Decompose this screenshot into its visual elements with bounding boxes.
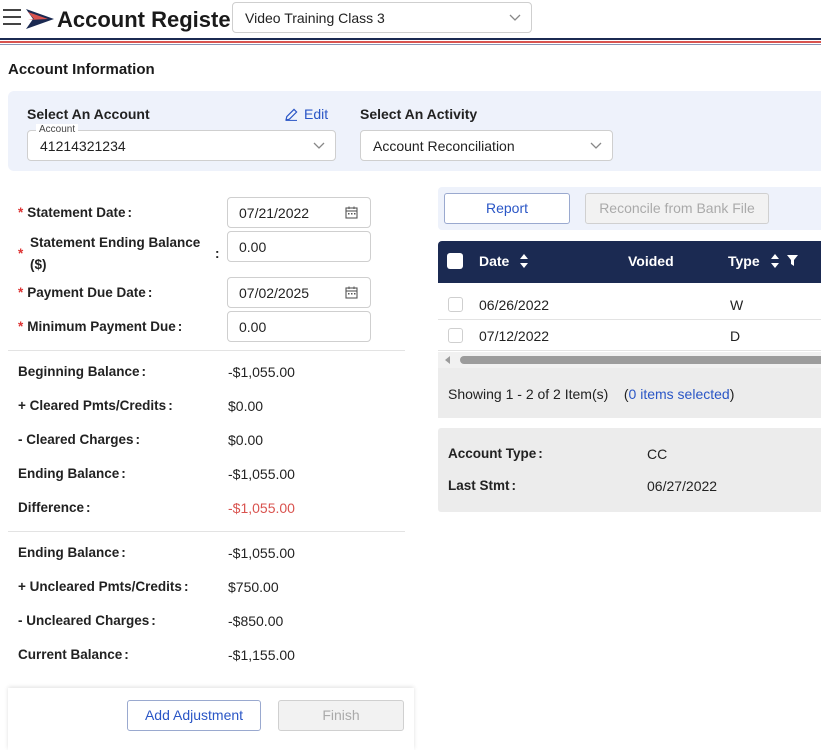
sort-icon[interactable] <box>770 254 780 268</box>
current-balance-label: Current Balance: <box>18 647 129 662</box>
account-float-label: Account <box>36 124 79 135</box>
account-select[interactable]: Account 41214321234 <box>27 124 336 161</box>
logo-icon <box>26 9 54 29</box>
row-date: 06/26/2022 <box>479 297 550 313</box>
ending-balance-label: Ending Balance: <box>18 466 126 481</box>
minimum-payment-due-value: 0.00 <box>239 319 267 335</box>
grid-toolbar: Report Reconcile from Bank File <box>438 187 821 230</box>
minimum-payment-due-label: * Minimum Payment Due: <box>18 319 183 334</box>
select-account-label: Select An Account <box>27 106 150 122</box>
chevron-down-icon <box>590 142 602 149</box>
grid-header: Date Voided Type <box>438 241 821 283</box>
divider <box>8 531 405 532</box>
beginning-balance-value: -$1,055.00 <box>228 364 295 380</box>
current-balance-value: -$1,155.00 <box>228 647 295 663</box>
row-type: D <box>730 328 741 344</box>
last-stmt-label: Last Stmt: <box>448 478 517 493</box>
chevron-down-icon <box>509 14 521 21</box>
calendar-icon[interactable] <box>345 286 358 299</box>
last-stmt-value: 06/27/2022 <box>647 478 718 494</box>
header-stripe-red <box>0 41 821 43</box>
required-marker: * <box>18 246 24 261</box>
select-all-checkbox[interactable] <box>447 253 463 269</box>
statement-date-label: * Statement Date: <box>18 205 133 220</box>
row-type: W <box>730 297 744 313</box>
uncleared-credits-value: $750.00 <box>228 579 279 595</box>
report-button[interactable]: Report <box>444 193 570 224</box>
calendar-icon[interactable] <box>345 206 358 219</box>
filter-icon[interactable] <box>787 255 799 266</box>
reconcile-from-bank-file-button[interactable]: Reconcile from Bank File <box>585 193 769 224</box>
account-type-label: Account Type: <box>448 446 543 461</box>
difference-label: Difference: <box>18 500 91 515</box>
header-stripe-thin <box>0 44 821 45</box>
select-activity-label: Select An Activity <box>360 106 478 122</box>
statement-ending-balance-label-line1: Statement Ending Balance <box>30 235 201 250</box>
uncleared-credits-label: + Uncleared Pmts/Credits: <box>18 579 189 594</box>
activity-select[interactable]: Account Reconciliation <box>360 130 613 161</box>
statement-date-value: 07/21/2022 <box>239 205 310 221</box>
grid-pager: Showing 1 - 2 of 2 Item(s) (0 items sele… <box>438 368 821 418</box>
pencil-icon <box>285 108 298 121</box>
column-header-voided[interactable]: Voided <box>628 253 674 269</box>
edit-label: Edit <box>304 106 329 122</box>
column-header-type[interactable]: Type <box>728 253 799 269</box>
pager-text: Showing 1 - 2 of 2 Item(s) (0 items sele… <box>448 386 735 402</box>
selected-count-link[interactable]: 0 items selected <box>629 386 730 402</box>
payment-due-date-label: * Payment Due Date: <box>18 285 153 300</box>
finish-button[interactable]: Finish <box>278 700 404 731</box>
label-colon: : <box>215 246 220 261</box>
statement-ending-balance-label-line2: ($) <box>30 257 47 272</box>
scrollbar-thumb[interactable] <box>460 356 821 364</box>
ending-balance-value-2: -$1,055.00 <box>228 545 295 561</box>
hamburger-menu-icon[interactable] <box>3 9 21 25</box>
scroll-left-arrow-icon[interactable] <box>445 356 450 364</box>
minimum-payment-due-input[interactable]: 0.00 <box>227 311 371 342</box>
cleared-credits-value: $0.00 <box>228 398 264 414</box>
cleared-credits-label: + Cleared Pmts/Credits: <box>18 398 173 413</box>
uncleared-charges-label: - Uncleared Charges: <box>18 613 156 628</box>
account-info-box: Account Type: CC Last Stmt: 06/27/2022 <box>438 428 821 512</box>
sort-icon[interactable] <box>519 254 529 268</box>
section-title: Account Information <box>8 61 155 78</box>
beginning-balance-label: Beginning Balance: <box>18 364 147 379</box>
horizontal-scrollbar[interactable] <box>438 352 821 368</box>
row-checkbox[interactable] <box>448 328 463 343</box>
table-row[interactable]: 07/12/2022 D <box>438 321 821 351</box>
app-header: Account Register Video Training Class 3 <box>0 0 821 40</box>
uncleared-charges-value: -$850.00 <box>228 613 284 629</box>
class-selector-value: Video Training Class 3 <box>245 10 385 26</box>
add-adjustment-button[interactable]: Add Adjustment <box>127 700 261 731</box>
header-stripe-navy <box>0 38 821 40</box>
chevron-down-icon <box>313 142 325 149</box>
account-type-value: CC <box>647 446 668 462</box>
difference-value: -$1,055.00 <box>228 500 295 516</box>
divider <box>8 350 405 351</box>
account-select-value: 41214321234 <box>40 138 126 154</box>
column-header-date[interactable]: Date <box>479 253 529 269</box>
payment-due-date-input[interactable]: 07/02/2025 <box>227 277 371 308</box>
statement-ending-balance-input[interactable]: 0.00 <box>227 231 371 262</box>
statement-ending-balance-value: 0.00 <box>239 239 267 255</box>
ending-balance-label-2: Ending Balance: <box>18 545 126 560</box>
action-bar: Add Adjustment Finish <box>8 688 414 750</box>
row-date: 07/12/2022 <box>479 328 550 344</box>
class-selector[interactable]: Video Training Class 3 <box>232 2 532 33</box>
activity-select-value: Account Reconciliation <box>373 138 515 154</box>
ending-balance-value: -$1,055.00 <box>228 466 295 482</box>
page-title: Account Register <box>57 7 240 32</box>
edit-account-link[interactable]: Edit <box>285 106 328 122</box>
statement-date-input[interactable]: 07/21/2022 <box>227 197 371 228</box>
row-checkbox[interactable] <box>448 297 463 312</box>
table-row[interactable]: 06/26/2022 W <box>438 290 821 320</box>
cleared-charges-value: $0.00 <box>228 432 264 448</box>
payment-due-date-value: 07/02/2025 <box>239 285 310 301</box>
cleared-charges-label: - Cleared Charges: <box>18 432 141 447</box>
